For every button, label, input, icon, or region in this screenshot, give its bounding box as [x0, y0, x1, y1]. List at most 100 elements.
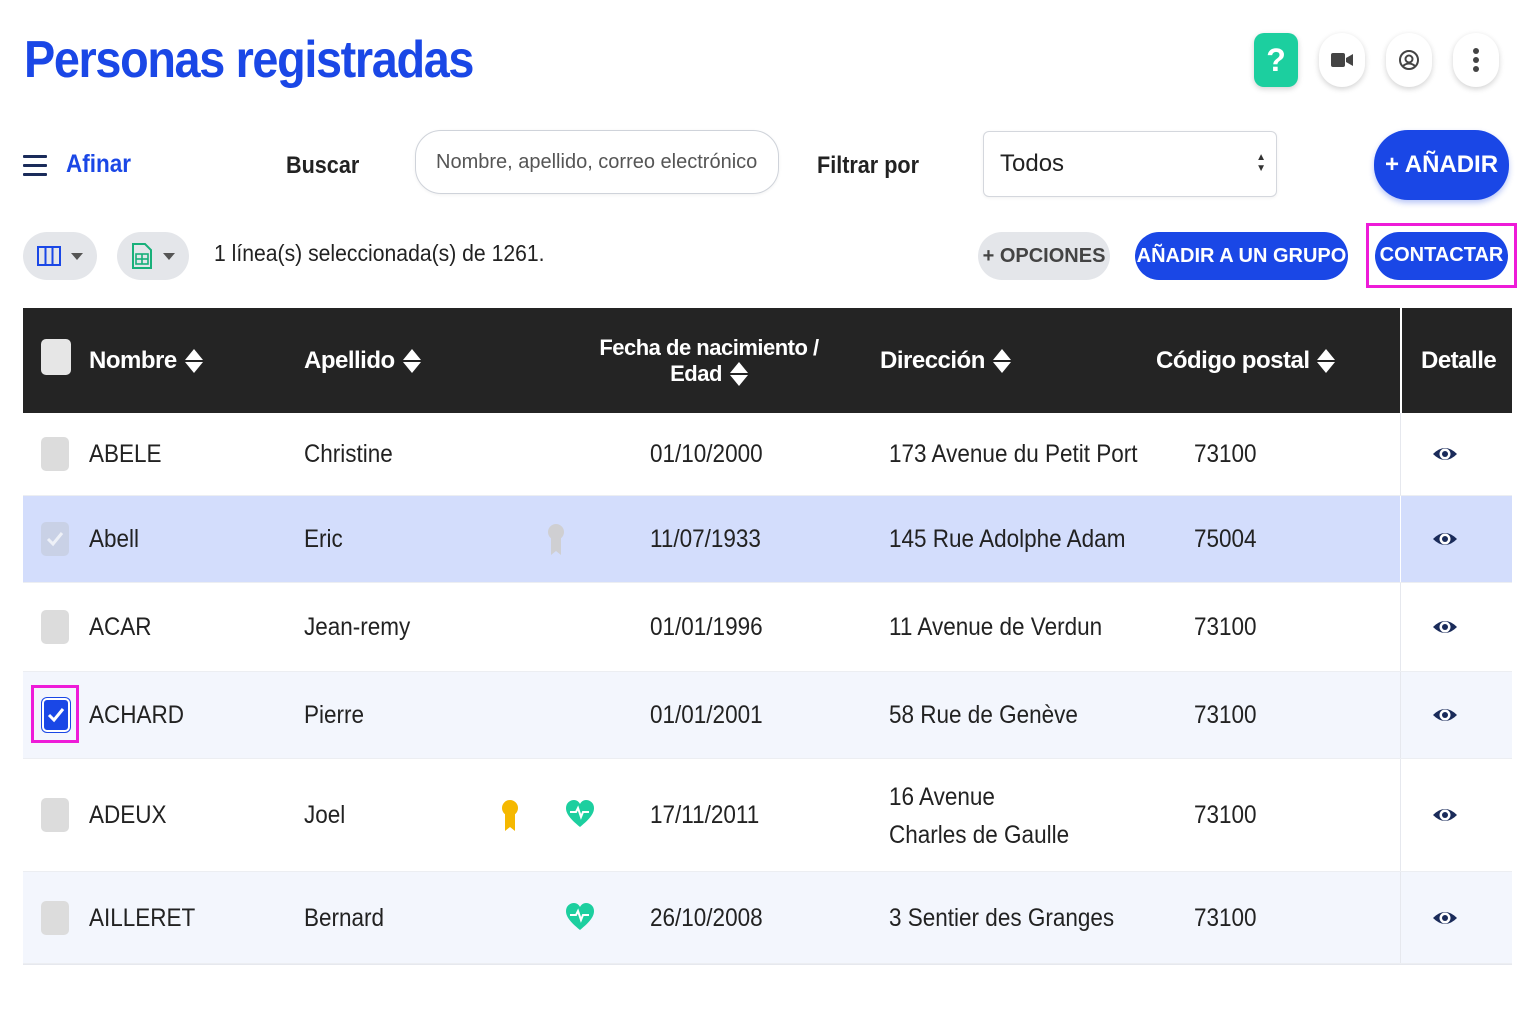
video-button[interactable] — [1319, 33, 1365, 87]
select-all-checkbox[interactable] — [41, 339, 71, 375]
column-divider — [1400, 413, 1401, 495]
last-name-cell: Pierre — [304, 701, 365, 729]
birth-date-cell: 17/11/2011 — [650, 801, 760, 829]
column-divider — [1400, 583, 1401, 671]
table-row[interactable]: ACHARD Pierre 01/01/2001 58 Rue de Genèv… — [23, 672, 1512, 759]
address-cell: 145 Rue Adolphe Adam — [889, 525, 1126, 553]
table-row[interactable]: ADEUX Joel 17/11/2011 16 Avenue Charles … — [23, 759, 1512, 872]
table-row[interactable]: ABELE Christine 01/10/2000 173 Avenue du… — [23, 413, 1512, 496]
video-camera-icon — [1331, 53, 1353, 67]
postal-code-cell: 73100 — [1194, 701, 1257, 729]
postal-code-cell: 73100 — [1194, 903, 1257, 932]
select-arrows-icon: ▲ ▼ — [1256, 152, 1266, 174]
column-header-detail: Detalle — [1421, 308, 1497, 413]
header-label: Dirección — [880, 346, 985, 374]
first-name-cell: Abell — [89, 525, 140, 553]
row-checkbox[interactable] — [41, 610, 69, 644]
eye-icon[interactable] — [1431, 701, 1459, 729]
column-header-address[interactable]: Dirección — [880, 308, 1011, 413]
refine-link[interactable]: Afinar — [66, 150, 131, 179]
columns-menu-button[interactable] — [23, 232, 97, 280]
persons-table: Nombre Apellido Fecha de nacimiento / Ed… — [23, 308, 1512, 965]
table-row[interactable]: AILLERET Bernard 26/10/2008 3 Sentier de… — [23, 872, 1512, 964]
postal-code-cell: 73100 — [1194, 440, 1257, 468]
add-to-group-button[interactable]: AÑADIR A UN GRUPO — [1135, 232, 1348, 280]
help-icon: ? — [1266, 41, 1286, 78]
sort-icon — [1317, 348, 1336, 373]
row-checkbox[interactable] — [41, 437, 69, 471]
more-button[interactable] — [1453, 33, 1499, 87]
heart-pulse-icon — [566, 902, 594, 930]
selection-count: 1 línea(s) seleccionada(s) de 1261. — [214, 240, 545, 266]
sort-icon — [992, 348, 1011, 373]
table-header: Nombre Apellido Fecha de nacimiento / Ed… — [23, 308, 1512, 413]
gold-award-icon — [502, 800, 518, 831]
column-divider — [1400, 308, 1402, 413]
header-label: Código postal — [1156, 346, 1310, 374]
contact-button-highlight: CONTACTAR — [1366, 223, 1517, 288]
table-row[interactable]: Abell Eric 11/07/1933 145 Rue Adolphe Ad… — [23, 496, 1512, 583]
eye-icon[interactable] — [1431, 801, 1459, 829]
filter-select[interactable]: Todos ▲ ▼ — [983, 131, 1277, 197]
help-button[interactable]: ? — [1254, 33, 1298, 87]
table-row[interactable]: ACAR Jean-remy 01/01/1996 11 Avenue de V… — [23, 583, 1512, 672]
postal-code-cell: 73100 — [1194, 801, 1257, 829]
birth-date-cell: 01/01/1996 — [650, 613, 763, 641]
chevron-down-icon — [71, 252, 83, 260]
options-button[interactable]: + OPCIONES — [978, 232, 1110, 280]
column-header-first-name[interactable]: Nombre — [89, 308, 203, 413]
search-label: Buscar — [286, 152, 360, 179]
table-bottom-border — [23, 964, 1512, 965]
row-checkbox[interactable] — [41, 798, 69, 832]
column-header-postal-code[interactable]: Código postal — [1156, 308, 1336, 413]
add-button[interactable]: + AÑADIR — [1374, 130, 1509, 200]
spreadsheet-icon — [132, 243, 152, 269]
birth-date-cell: 26/10/2008 — [650, 903, 763, 932]
header-label: Apellido — [304, 346, 395, 374]
support-button[interactable] — [1386, 33, 1432, 87]
eye-icon[interactable] — [1431, 525, 1459, 553]
last-name-cell: Jean-remy — [304, 613, 411, 641]
last-name-cell: Christine — [304, 440, 393, 468]
row-checkbox[interactable] — [41, 522, 69, 556]
search-input[interactable] — [415, 130, 779, 194]
column-divider — [1400, 496, 1401, 582]
header-label: Fecha de nacimiento / — [599, 334, 819, 360]
postal-code-cell: 73100 — [1194, 613, 1257, 641]
eye-icon[interactable] — [1431, 904, 1459, 932]
first-name-cell: ACAR — [89, 613, 152, 641]
columns-icon — [37, 246, 61, 266]
filter-label: Filtrar por — [817, 152, 920, 179]
column-divider — [1400, 672, 1401, 758]
address-cell: 3 Sentier des Granges — [889, 903, 1115, 932]
column-divider — [1400, 759, 1401, 871]
birth-date-cell: 01/10/2000 — [650, 440, 763, 468]
eye-icon[interactable] — [1431, 440, 1459, 468]
birth-date-cell: 11/07/1933 — [650, 525, 761, 553]
column-header-last-name[interactable]: Apellido — [304, 308, 421, 413]
check-icon — [47, 708, 65, 723]
last-name-cell: Bernard — [304, 903, 385, 932]
grey-award-icon — [548, 524, 564, 555]
eye-icon[interactable] — [1431, 613, 1459, 641]
menu-icon[interactable] — [23, 155, 47, 177]
address-cell: 16 Avenue Charles de Gaulle — [889, 783, 1070, 849]
check-icon — [46, 532, 64, 547]
chevron-down-icon — [163, 252, 175, 260]
column-divider — [1400, 872, 1401, 963]
row-checkbox[interactable] — [41, 900, 69, 935]
address-cell: 173 Avenue du Petit Port — [889, 440, 1138, 468]
column-header-birth-date[interactable]: Fecha de nacimiento / Edad — [599, 308, 819, 413]
row-checkbox[interactable] — [42, 698, 70, 732]
top-toolbar: ? — [1254, 33, 1499, 87]
header-label: Nombre — [89, 346, 177, 374]
last-name-cell: Joel — [304, 801, 346, 829]
contact-button[interactable]: CONTACTAR — [1375, 231, 1508, 280]
support-icon — [1399, 50, 1419, 70]
last-name-cell: Eric — [304, 525, 343, 553]
first-name-cell: ADEUX — [89, 801, 167, 829]
heart-pulse-icon — [566, 800, 594, 827]
first-name-cell: ABELE — [89, 440, 162, 468]
postal-code-cell: 75004 — [1194, 525, 1257, 553]
export-menu-button[interactable] — [117, 232, 189, 280]
